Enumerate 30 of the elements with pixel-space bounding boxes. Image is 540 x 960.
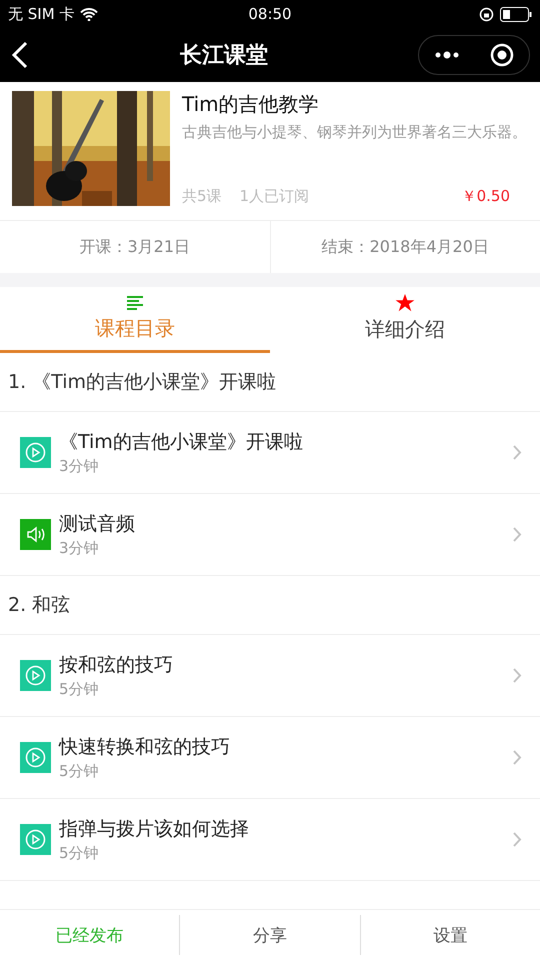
action-button[interactable]: 设置 (360, 915, 540, 955)
chevron-icon (513, 750, 522, 765)
course-price: ￥0.50 (462, 187, 510, 206)
action-button[interactable]: 分享 (179, 915, 360, 955)
subscriber-count: 1人已订阅 (240, 187, 310, 206)
chevron-icon (513, 445, 522, 460)
play-icon (20, 660, 51, 691)
carrier-label: 无 SIM 卡 (8, 4, 74, 24)
start-date: 开课：3月21日 (78, 236, 192, 258)
battery-icon (500, 6, 532, 22)
play-icon (20, 824, 51, 855)
chevron-icon (513, 668, 522, 683)
end-date: 结束：2018年4月20日 (270, 221, 540, 273)
chevron-icon (513, 832, 522, 847)
play-icon (20, 437, 51, 468)
play-icon (20, 742, 51, 773)
close-icon[interactable] (490, 43, 514, 67)
page-title: 长江课堂 (180, 42, 268, 70)
lesson-count: 共5课 (182, 187, 222, 206)
wifi-icon (80, 8, 98, 20)
list-icon (126, 295, 144, 311)
star-icon (395, 294, 415, 312)
speaker-icon (20, 519, 51, 550)
clock-time: 08:50 (248, 5, 292, 23)
more-icon[interactable] (434, 51, 460, 59)
chevron-icon (513, 527, 522, 542)
course-title: Tim的吉他教学 (182, 91, 320, 118)
rotation-lock-icon (478, 6, 494, 22)
course-description: 古典吉他与小提琴、钢琴并列为世界著名三大乐器。 (182, 122, 528, 142)
back-button[interactable] (10, 41, 30, 69)
